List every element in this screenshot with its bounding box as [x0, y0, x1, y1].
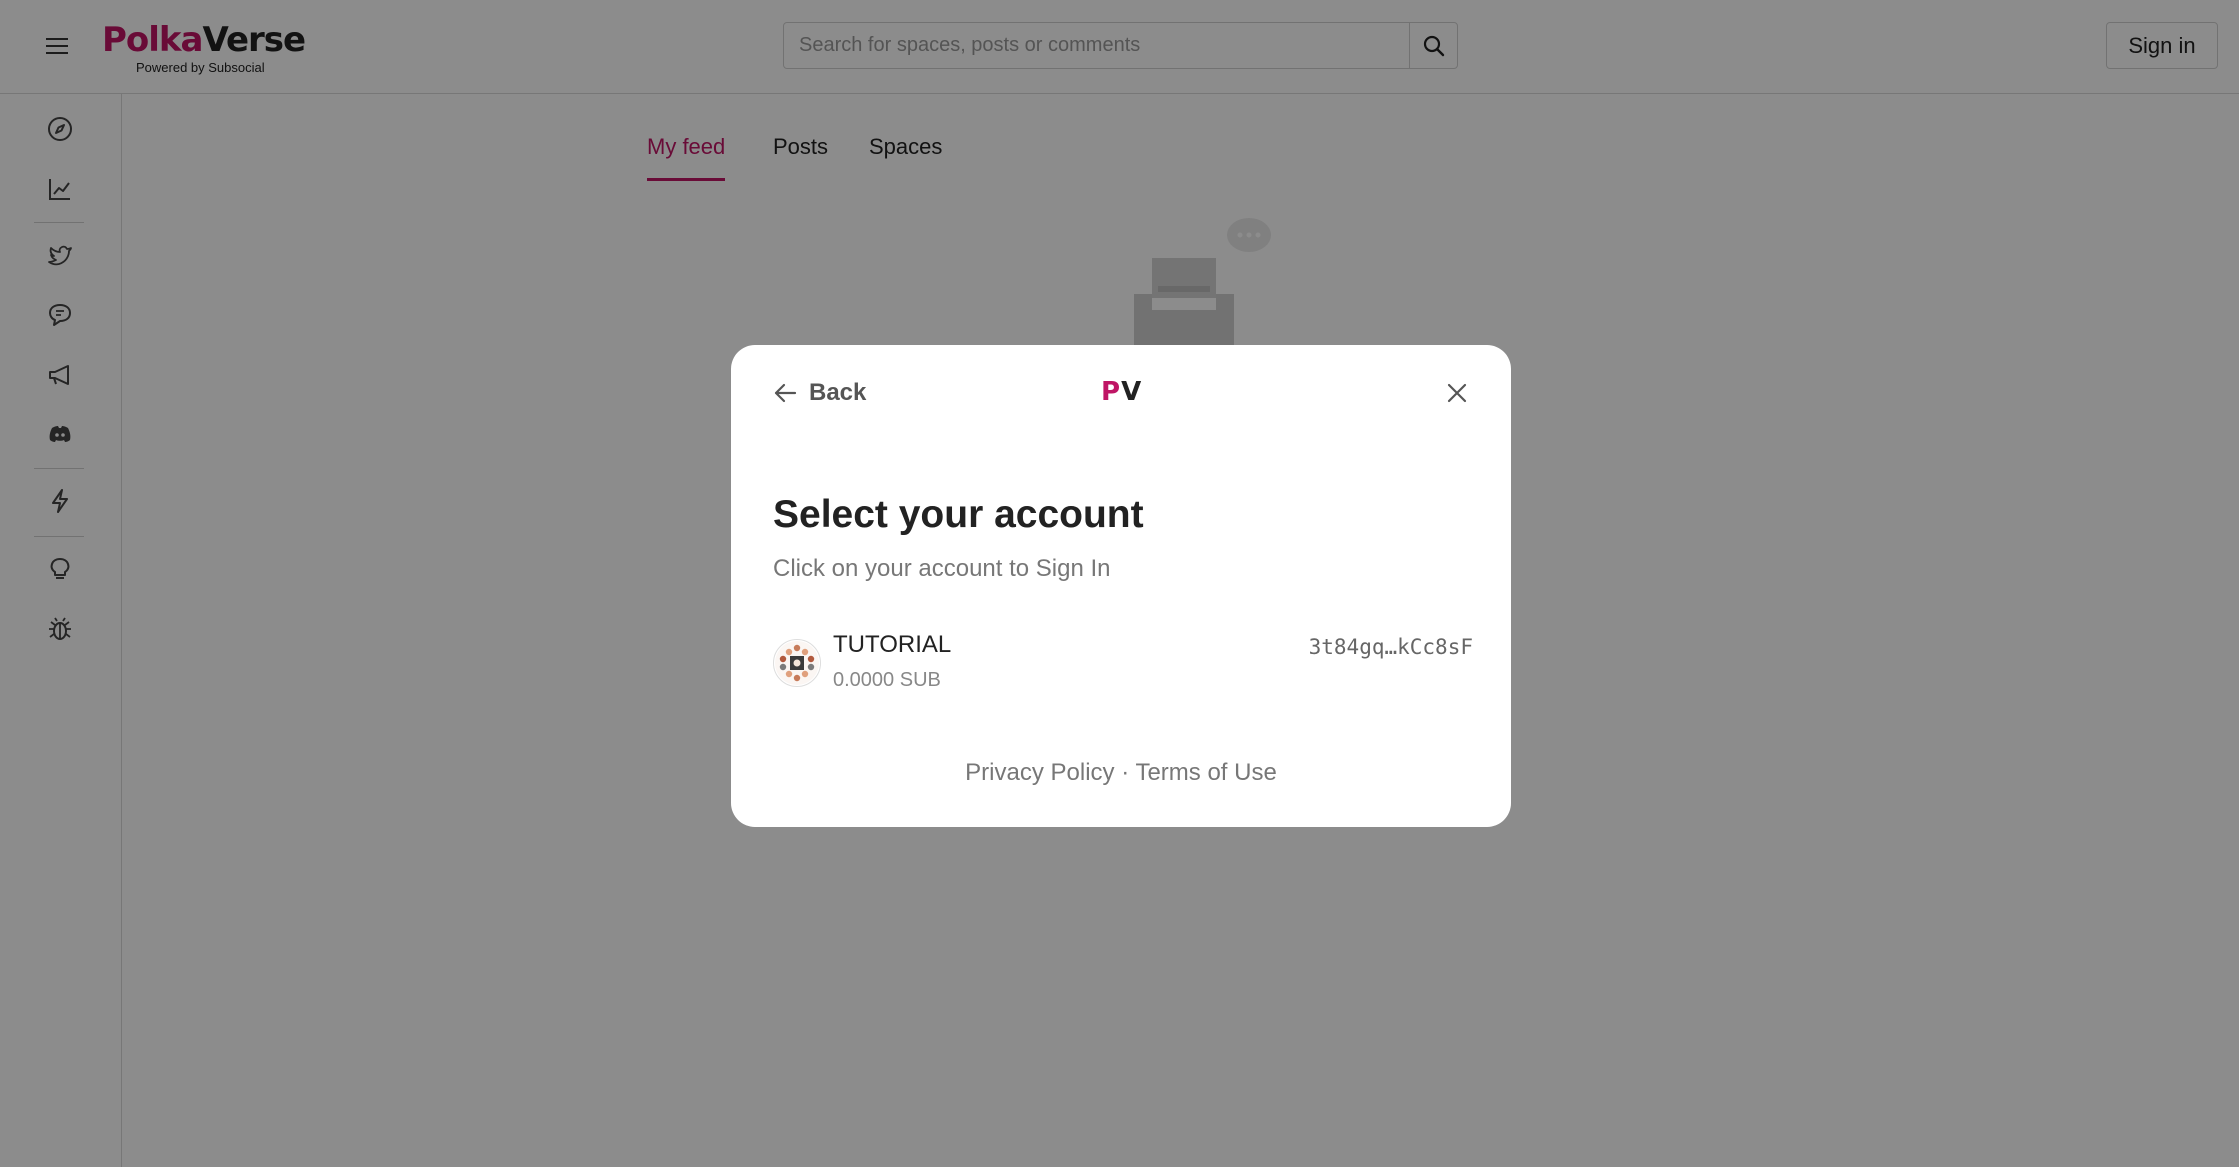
- arrow-left-icon: [774, 383, 797, 403]
- link-separator: ·: [1121, 759, 1130, 786]
- modal-footer-links: Privacy Policy · Terms of Use: [731, 759, 1511, 787]
- pv-logo-p: P: [1101, 377, 1122, 407]
- account-avatar: [773, 639, 821, 687]
- modal-title: Select your account: [773, 493, 1144, 536]
- back-button[interactable]: Back: [773, 379, 866, 407]
- select-account-modal: Back PV Select your account Click on you…: [731, 345, 1511, 827]
- pv-logo: PV: [1101, 377, 1142, 407]
- privacy-policy-link[interactable]: Privacy Policy: [965, 759, 1114, 786]
- back-label: Back: [809, 379, 867, 406]
- account-name: TUTORIAL: [833, 631, 952, 658]
- terms-of-use-link[interactable]: Terms of Use: [1135, 759, 1276, 786]
- close-icon[interactable]: [1445, 381, 1469, 405]
- identicon-icon: [775, 641, 819, 685]
- account-address: 3t84gq…kCc8sF: [1308, 635, 1473, 659]
- pv-logo-v: V: [1121, 377, 1143, 407]
- modal-subtitle: Click on your account to Sign In: [773, 555, 1111, 582]
- account-list-item[interactable]: TUTORIAL 0.0000 SUB 3t84gq…kCc8sF: [773, 627, 1473, 699]
- account-balance: 0.0000 SUB: [833, 669, 941, 691]
